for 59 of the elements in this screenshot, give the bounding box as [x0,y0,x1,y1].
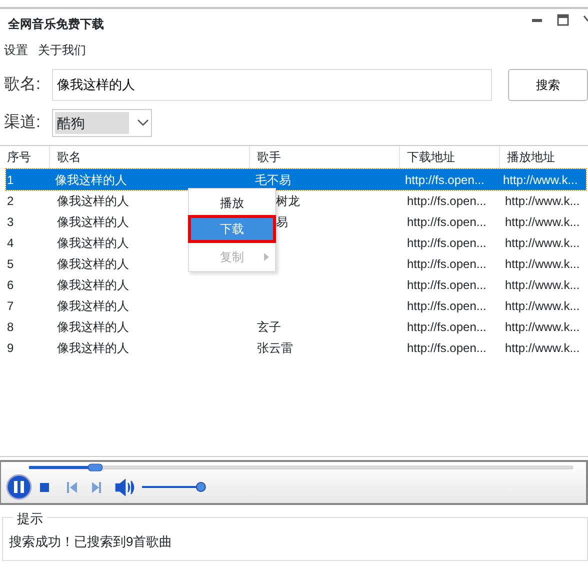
table-cell-text: http://fs.open... [406,298,486,312]
table-cell-text: http://www.k... [504,320,580,334]
table-cell-text: 像我这样的人 [56,214,129,228]
table-cell-text: http://www.k... [504,340,580,354]
search-field[interactable]: 像我这样的人 [52,69,492,101]
volume-slider[interactable] [142,482,206,492]
table-cell-text: 8 [6,320,14,334]
maximize-icon[interactable] [557,14,569,26]
table-cell-text: http://www.k... [504,194,580,208]
table-cell-text: 树龙 [275,194,300,208]
table-cell-text: 像我这样的人 [56,194,129,208]
table-cell-text: 像我这样的人 [54,172,127,186]
table-cell-text: 像我这样的人 [56,340,129,354]
table-cell-text: 5 [6,256,14,270]
table-cell-text: 毛不易 [254,172,291,186]
table-cell-text: 像我这样的人 [56,256,129,270]
table-cell-text: http://fs.open... [406,194,486,208]
table-cell-text: 像我这样的人 [56,320,129,334]
table-cell-text: http://fs.open... [406,278,486,292]
table-cell-text: http://fs.open... [406,256,486,270]
table-cell: 1 [6,172,14,186]
table-cell-text: http://fs.open... [404,172,484,186]
table-cell-text: 3 [6,214,14,228]
table-cell-text: http://www.k... [504,236,580,250]
window-title: 全网音乐免费下载 [7,16,105,33]
search-button[interactable]: 搜索 [508,69,588,101]
table-cell-text: http://www.k... [504,256,580,270]
menu-item[interactable]: 设置 [4,41,28,59]
table-cell-text: 7 [6,298,14,312]
table-cell-text: 9 [6,340,14,354]
table-cell-text: http://fs.open... [406,340,486,354]
table-cell-text: 玄子 [256,320,281,334]
status-message: 搜索成功！已搜索到9首歌曲 [9,534,172,550]
field-label: 歌名: [4,75,42,95]
table-cell-text: http://fs.open... [406,320,486,334]
channel-dropdown[interactable]: 酷狗 [52,109,152,137]
seek-slider[interactable] [28,464,574,472]
table-cell-text: 2 [6,194,14,208]
menu-item[interactable]: 播放 [191,192,273,214]
table-cell-text: 易 [275,214,288,228]
table-cell-text: 张云雷 [256,340,293,354]
submenu-arrow-icon [264,253,269,261]
selected-row[interactable]: 1 像我这样的人 毛不易 http://fs.open... http://www.k... [6,169,586,190]
table-cell-text: 像我这样的人 [56,236,129,250]
table-cell-text: http://www.k... [502,172,578,186]
table-cell-text: http://www.k... [504,278,580,292]
chevron-down-icon [137,119,149,127]
table-cell-text: 像我这样的人 [56,278,129,292]
table-cell-text: 6 [6,278,14,292]
pause-button[interactable] [6,474,32,500]
table-cell-text: http://www.k... [504,298,580,312]
table-cell-text: http://www.k... [504,214,580,228]
field-label: 渠道: [4,112,42,133]
table-cell-text: http://fs.open... [406,236,486,250]
table-cell-text: 像我这样的人 [56,298,129,312]
volume-icon[interactable] [115,479,134,496]
menu-item[interactable]: 关于我们 [38,41,86,59]
table-cell-text: http://fs.open... [406,214,486,228]
table-cell-text: 4 [6,236,14,250]
